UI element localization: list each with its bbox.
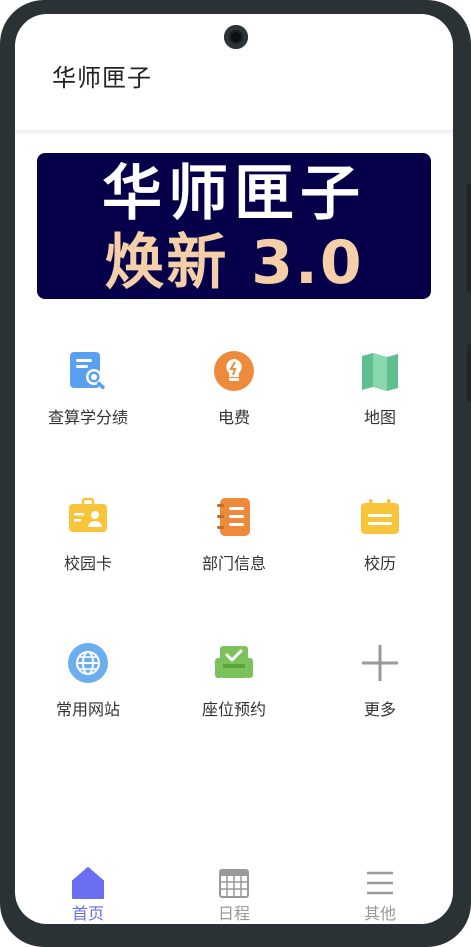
search-document-icon [70, 352, 105, 390]
grid-item-label: 电费 [217, 408, 250, 427]
volume-button [467, 183, 471, 293]
grid-item-websites[interactable]: 常用网站 [15, 626, 161, 736]
front-camera [224, 25, 248, 49]
grid-item-department-info[interactable]: 部门信息 [161, 480, 307, 590]
banner-line-1: 华师匣子 [102, 159, 366, 229]
id-card-icon [69, 497, 107, 532]
banner-line-2: 焕新 3.0 [104, 228, 364, 298]
notebook-icon [217, 498, 250, 536]
schedule-icon [219, 869, 249, 898]
tab-label: 其他 [363, 904, 396, 923]
tab-home[interactable]: 首页 [15, 854, 161, 924]
grid-item-seat-reservation[interactable]: 座位预约 [161, 626, 307, 736]
promo-banner[interactable]: 华师匣子 焕新 3.0 [37, 153, 431, 299]
grid-item-label: 常用网站 [55, 700, 120, 719]
calendar-icon [361, 499, 399, 534]
grid-item-map[interactable]: 地图 [307, 334, 453, 444]
globe-icon [68, 643, 108, 683]
map-icon [362, 353, 398, 391]
phone-frame: 华师匣子 华师匣子 焕新 3.0 查算学分绩 电费 地图 校园卡 部门信息 校历… [0, 0, 471, 947]
tab-schedule[interactable]: 日程 [161, 854, 307, 924]
power-button [467, 344, 471, 402]
screen: 华师匣子 华师匣子 焕新 3.0 查算学分绩 电费 地图 校园卡 部门信息 校历… [15, 14, 453, 924]
lightbulb-icon [214, 351, 254, 391]
tab-other[interactable]: 其他 [307, 854, 453, 924]
plus-icon [362, 645, 398, 681]
grid-item-campus-card[interactable]: 校园卡 [15, 480, 161, 590]
grid-item-label: 查算学分绩 [47, 408, 128, 427]
grid-item-label: 部门信息 [201, 554, 266, 573]
menu-icon [367, 871, 393, 895]
grid-item-label: 座位预约 [201, 700, 266, 719]
grid-item-school-calendar[interactable]: 校历 [307, 480, 453, 590]
bottom-tab-bar: 首页 日程 其他 [15, 854, 453, 924]
grid-item-grades[interactable]: 查算学分绩 [15, 334, 161, 444]
app-title: 华师匣子 [52, 64, 152, 92]
tab-label: 日程 [217, 904, 250, 923]
grid-item-label: 地图 [363, 408, 396, 427]
seat-icon [215, 646, 253, 678]
tab-label: 首页 [71, 904, 104, 923]
grid-item-label: 校园卡 [63, 554, 112, 573]
grid-item-electricity[interactable]: 电费 [161, 334, 307, 444]
grid-item-more[interactable]: 更多 [307, 626, 453, 736]
grid-item-label: 校历 [363, 554, 396, 573]
home-icon [72, 867, 104, 899]
grid-item-label: 更多 [363, 700, 396, 719]
